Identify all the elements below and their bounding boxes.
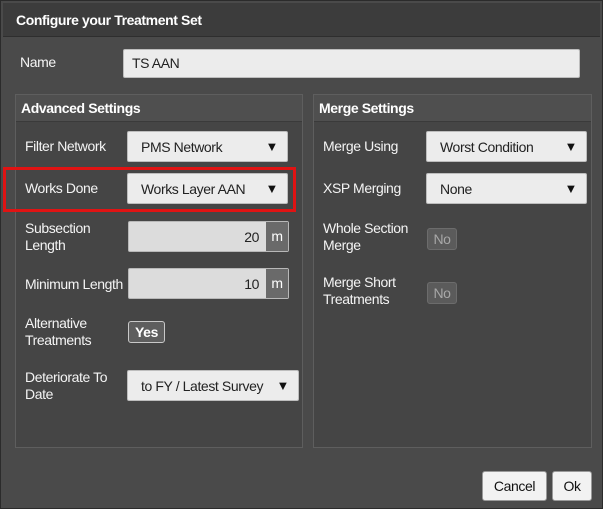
chevron-down-icon: ▼: [564, 181, 578, 196]
dialog-title: Configure your Treatment Set: [16, 12, 202, 28]
minimum-length-unit: m: [266, 269, 288, 298]
works-done-highlight-box: [3, 167, 296, 212]
ok-button[interactable]: Ok: [552, 471, 592, 501]
advanced-settings-header: Advanced Settings: [16, 95, 302, 122]
deteriorate-to-date-label: Deteriorate To Date: [25, 369, 108, 402]
treatment-set-dialog: Configure your Treatment Set Name TS AAN…: [0, 0, 603, 509]
subsection-length-input[interactable]: 20 m: [128, 221, 289, 252]
name-label: Name: [20, 54, 56, 70]
alternative-treatments-toggle[interactable]: Yes: [128, 321, 165, 343]
deteriorate-to-date-value: to FY / Latest Survey: [141, 378, 264, 394]
chevron-down-icon: ▼: [276, 378, 290, 393]
merge-settings-title: Merge Settings: [319, 100, 414, 116]
chevron-down-icon: ▼: [564, 139, 578, 154]
minimum-length-value: 10: [244, 276, 259, 292]
merge-settings-header: Merge Settings: [314, 95, 591, 122]
subsection-length-unit: m: [266, 222, 288, 251]
name-input[interactable]: TS AAN: [123, 49, 580, 78]
xsp-merging-label: XSP Merging: [323, 180, 401, 196]
subsection-length-label: Subsection Length: [25, 220, 91, 253]
cancel-button[interactable]: Cancel: [482, 471, 547, 501]
advanced-settings-title: Advanced Settings: [21, 100, 141, 116]
xsp-merging-value: None: [440, 181, 472, 197]
merge-using-label: Merge Using: [323, 138, 398, 154]
merge-using-dropdown[interactable]: Worst Condition ▼: [426, 131, 587, 162]
subsection-length-value: 20: [244, 229, 259, 245]
dialog-titlebar[interactable]: Configure your Treatment Set: [3, 3, 600, 37]
minimum-length-label: Minimum Length: [25, 276, 123, 292]
filter-network-label: Filter Network: [25, 138, 106, 154]
xsp-merging-dropdown[interactable]: None ▼: [426, 173, 587, 204]
alternative-treatments-label: Alternative Treatments: [25, 315, 92, 348]
merge-short-treatments-label: Merge Short Treatments: [323, 274, 396, 307]
filter-network-dropdown[interactable]: PMS Network ▼: [127, 131, 288, 162]
merge-using-value: Worst Condition: [440, 139, 534, 155]
chevron-down-icon: ▼: [265, 139, 279, 154]
merge-short-treatments-toggle[interactable]: No: [427, 282, 457, 304]
whole-section-merge-toggle[interactable]: No: [427, 228, 457, 250]
minimum-length-input[interactable]: 10 m: [128, 268, 289, 299]
filter-network-value: PMS Network: [141, 139, 223, 155]
deteriorate-to-date-dropdown[interactable]: to FY / Latest Survey ▼: [127, 370, 299, 401]
whole-section-merge-label: Whole Section Merge: [323, 220, 409, 253]
